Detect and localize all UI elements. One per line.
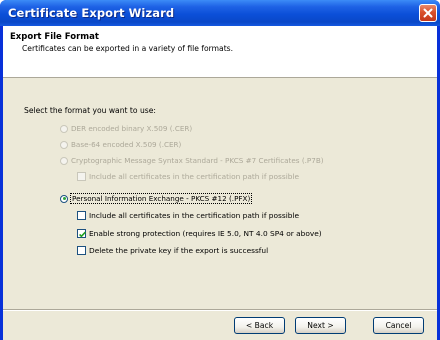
radio-der-label: DER encoded binary X.509 (.CER)	[71, 124, 193, 133]
wizard-window: Certificate Export Wizard Export File Fo…	[0, 0, 440, 340]
radio-der-button[interactable]	[60, 124, 68, 133]
radio-pkcs7-button[interactable]	[60, 156, 68, 165]
checkmark-icon	[79, 231, 86, 238]
check-include-all-label: Include all certificates in the certific…	[89, 211, 300, 220]
wizard-body: Select the format you want to use: DER e…	[3, 79, 437, 305]
check-strong-protection[interactable]: Enable strong protection (requires IE 5.…	[77, 229, 322, 238]
window-title: Certificate Export Wizard	[8, 6, 175, 20]
radio-pfx[interactable]: Personal Information Exchange - PKCS #12…	[60, 193, 253, 204]
footer-separator	[3, 309, 437, 311]
check-delete-key[interactable]: Delete the private key if the export is …	[77, 246, 268, 255]
format-prompt: Select the format you want to use:	[24, 106, 156, 115]
wizard-header: Export File Format Certificates can be e…	[3, 26, 437, 78]
radio-pfx-button[interactable]	[60, 194, 68, 203]
close-icon	[423, 8, 433, 18]
radio-pkcs7-label: Cryptographic Message Syntax Standard - …	[71, 156, 324, 165]
title-bar[interactable]: Certificate Export Wizard	[0, 0, 440, 26]
radio-base64[interactable]: Base-64 encoded X.509 (.CER)	[60, 140, 181, 149]
radio-der[interactable]: DER encoded binary X.509 (.CER)	[60, 124, 192, 133]
check-include-pkcs7-box[interactable]	[77, 172, 86, 181]
page-subtitle: Certificates can be exported in a variet…	[22, 44, 234, 53]
check-strong-protection-box[interactable]	[77, 229, 86, 238]
dialog-frame: Export File Format Certificates can be e…	[3, 26, 437, 340]
check-delete-key-label: Delete the private key if the export is …	[89, 246, 269, 255]
radio-base64-label: Base-64 encoded X.509 (.CER)	[71, 140, 182, 149]
check-include-pkcs7-label: Include all certificates in the certific…	[89, 172, 300, 181]
close-button[interactable]	[419, 4, 437, 22]
radio-pfx-label: Personal Information Exchange - PKCS #12…	[69, 193, 253, 204]
check-include-all-box[interactable]	[77, 211, 86, 220]
page-title: Export File Format	[10, 32, 99, 42]
check-delete-key-box[interactable]	[77, 246, 86, 255]
radio-base64-button[interactable]	[60, 140, 68, 149]
cancel-button[interactable]: Cancel	[373, 317, 424, 334]
check-include-pkcs7[interactable]: Include all certificates in the certific…	[77, 172, 299, 181]
check-include-all[interactable]: Include all certificates in the certific…	[77, 211, 299, 220]
radio-pkcs7[interactable]: Cryptographic Message Syntax Standard - …	[60, 156, 324, 165]
check-strong-protection-label: Enable strong protection (requires IE 5.…	[89, 229, 322, 238]
next-button[interactable]: Next >	[295, 317, 346, 334]
back-button[interactable]: < Back	[234, 317, 285, 334]
